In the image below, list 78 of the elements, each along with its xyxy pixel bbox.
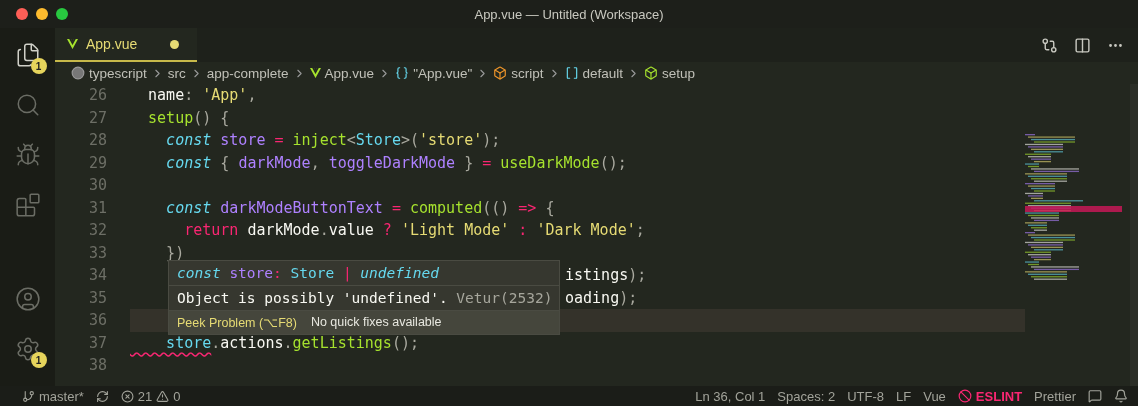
unsaved-dot-icon (170, 39, 179, 49)
problems-status[interactable]: 21 0 (120, 388, 181, 404)
breadcrumb-item[interactable]: src (167, 65, 186, 81)
braces-icon (395, 66, 410, 80)
status-item[interactable]: Vue (923, 388, 946, 404)
line-number: 26 (87, 86, 107, 105)
code-line: const darkModeButtonText = computed(() => { (165, 198, 555, 217)
error-icon (120, 389, 134, 403)
breadcrumb-item[interactable]: App.vue (324, 65, 375, 81)
breadcrumb-item[interactable]: default (582, 65, 624, 81)
vue-logo-icon (309, 68, 321, 78)
extensions-icon (14, 192, 41, 218)
editor-tab[interactable]: App.vue (55, 28, 197, 62)
line-number: 28 (87, 131, 107, 150)
window-title: App.vue — Untitled (Workspace) (474, 6, 664, 22)
line-number: 35 (87, 288, 107, 307)
type-signature: const store: Store | undefined (177, 265, 439, 281)
compare-icon[interactable] (1041, 36, 1058, 54)
status-item[interactable]: LF (896, 388, 912, 404)
ban-icon (957, 389, 972, 403)
quick-fix-note: No quick fixes available (310, 315, 442, 330)
line-number: 32 (87, 221, 107, 240)
minimize-button[interactable] (36, 8, 48, 20)
breadcrumb-item[interactable]: script (511, 65, 544, 81)
sync-icon (95, 389, 109, 403)
code-line: const { darkMode, toggleDarkMode } = useDarkMode(); (165, 153, 627, 172)
line-number: 38 (87, 356, 107, 375)
cube-icon (644, 66, 659, 80)
line-number: 33 (87, 243, 107, 262)
code-line: setup() { (147, 108, 230, 127)
split-editor-icon[interactable] (1074, 36, 1091, 54)
close-button[interactable] (16, 8, 28, 20)
files-icon (14, 42, 41, 68)
line-number: 34 (87, 266, 107, 285)
error-count: 21 (137, 388, 153, 404)
cube-icon (493, 66, 508, 80)
warning-icon (156, 389, 170, 403)
code-line: oading); (565, 288, 638, 307)
branch-status[interactable]: master* (22, 388, 84, 404)
status-item[interactable]: UTF-8 (847, 388, 885, 404)
files-button[interactable]: 1 (8, 36, 47, 74)
count-badge: 1 (30, 58, 47, 74)
sync-button[interactable] (95, 389, 109, 403)
breadcrumb-item[interactable]: typescript (89, 65, 147, 81)
code-line: istings); (565, 266, 647, 285)
vue-logo-icon (67, 39, 78, 49)
settings-button[interactable]: 1 (8, 330, 47, 368)
breadcrumb-item[interactable]: setup (662, 65, 696, 81)
count-badge: 1 (30, 352, 47, 368)
feedback-button[interactable] (1088, 389, 1102, 403)
breadcrumb-item[interactable]: app-complete (206, 65, 289, 81)
status-item[interactable]: Prettier (1034, 388, 1076, 404)
line-number: 27 (87, 108, 107, 127)
bell-icon (1114, 389, 1128, 403)
warning-count: 0 (173, 388, 181, 404)
line-number: 30 (87, 176, 107, 195)
code-line: store.actions.getListings(); (165, 333, 419, 352)
line-number: 29 (87, 153, 107, 172)
breadcrumb-item[interactable]: "App.vue" (413, 65, 473, 81)
status-item[interactable]: ESLINT (957, 388, 1023, 404)
branch-icon (22, 389, 35, 403)
line-number: 37 (87, 333, 107, 352)
code-line: return darkMode.value ? 'Light Mode' : 'Dark Mode'; (183, 221, 645, 240)
maximize-button[interactable] (56, 8, 68, 20)
code-line: const store = inject<Store>('store'); (165, 131, 501, 150)
notifications-button[interactable] (1114, 389, 1128, 403)
error-message: Object is possibly 'undefined'. Vetur(2532) (177, 290, 553, 306)
account-icon (14, 286, 41, 312)
line-number: 36 (87, 311, 107, 330)
peek-problem-link[interactable]: Peek Problem (⌥F8) (177, 315, 297, 330)
code-line: name: 'App', (147, 86, 257, 105)
status-item[interactable]: Ln 36, Col 1 (695, 388, 766, 404)
settings-icon (14, 336, 41, 362)
feedback-icon (1088, 389, 1102, 403)
status-item[interactable]: Spaces: 2 (777, 388, 836, 404)
brackets-icon (564, 66, 579, 80)
bug-icon (14, 142, 41, 168)
line-number: 31 (87, 198, 107, 217)
